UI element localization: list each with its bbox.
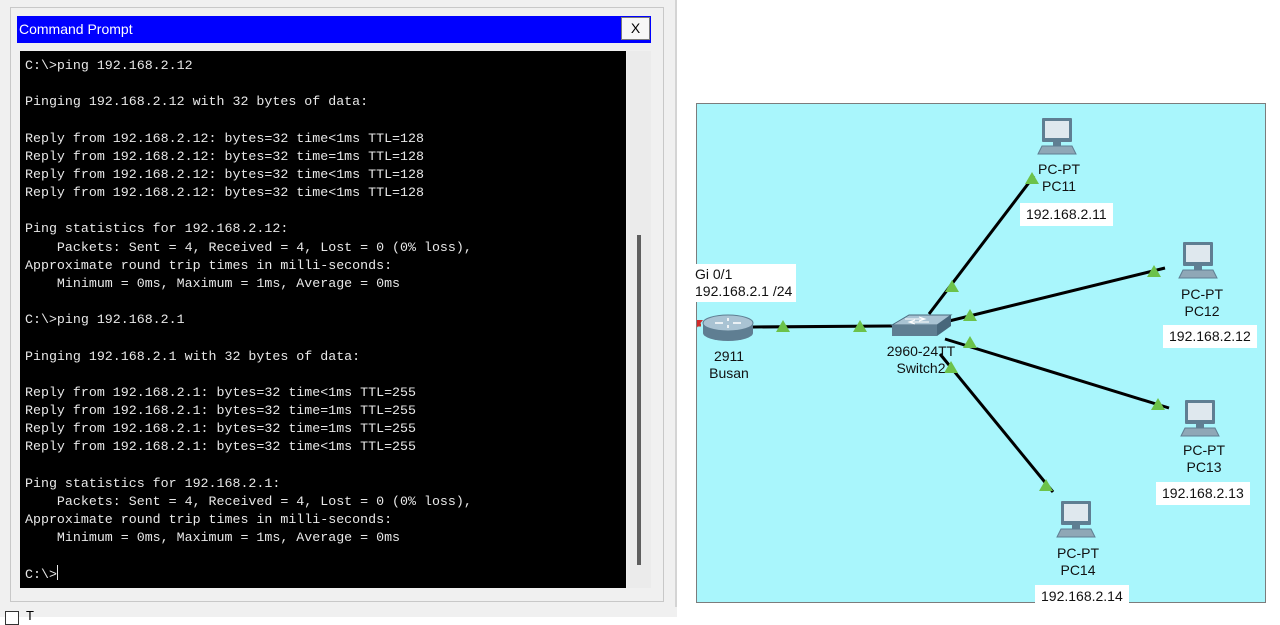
- link-switch-pc11: [927, 175, 1036, 315]
- close-button[interactable]: X: [621, 17, 650, 40]
- router-switch-link: [752, 324, 898, 329]
- panel-divider[interactable]: [675, 0, 677, 617]
- link-switch-pc12: [944, 266, 1166, 324]
- bottom-bar: [0, 607, 677, 617]
- pc12-label: PC-PT PC12: [1172, 286, 1232, 320]
- router-label: 2911 Busan: [707, 348, 751, 382]
- link-switch-pc13: [944, 337, 1170, 410]
- pc-name: PC13: [1186, 459, 1222, 475]
- monitor-stand: [1053, 142, 1061, 146]
- logical-workspace[interactable]: Gi 0/1 192.168.2.1 /24 2911 Busan 2960-2…: [695, 103, 1266, 608]
- monitor-screen: [1186, 245, 1210, 262]
- pc12-icon[interactable]: [1178, 242, 1218, 279]
- switch-model: 2960-24TT: [886, 343, 956, 359]
- router-interface-label: Gi 0/1 192.168.2.1 /24: [695, 264, 797, 302]
- keyboard: [1056, 528, 1096, 538]
- topology-diagram: [697, 118, 1220, 538]
- pc14-ip: 192.168.2.14: [1035, 585, 1129, 608]
- interface-name: Gi 0/1: [695, 266, 733, 282]
- monitor-screen: [1045, 121, 1069, 138]
- link-up-indicator: [963, 336, 977, 348]
- router-model: 2911: [713, 348, 745, 364]
- router-icon[interactable]: [702, 314, 754, 341]
- pc14-icon[interactable]: [1056, 501, 1096, 538]
- monitor-screen: [1188, 403, 1212, 420]
- switch-name: Switch2: [896, 360, 946, 376]
- keyboard: [1037, 145, 1077, 155]
- monitor-stand: [1196, 424, 1204, 428]
- keyboard: [1180, 427, 1220, 437]
- pc11-label: PC-PT PC11: [1029, 161, 1089, 195]
- window-title: Command Prompt: [19, 21, 133, 37]
- pc-name: PC14: [1060, 562, 1096, 578]
- link-up-indicator: [945, 280, 959, 292]
- checkbox-label: T: [26, 608, 34, 623]
- pc-type: PC-PT: [1181, 286, 1223, 302]
- monitor-stand: [1194, 266, 1202, 270]
- top-checkbox[interactable]: [5, 611, 19, 625]
- terminal-text[interactable]: C:\>ping 192.168.2.12 Pinging 192.168.2.…: [25, 57, 472, 585]
- switch-label: 2960-24TT Switch2: [883, 343, 959, 377]
- pc11-icon[interactable]: [1037, 118, 1077, 155]
- router-name: Busan: [709, 365, 749, 381]
- pc-name: PC12: [1184, 303, 1220, 319]
- monitor-stand: [1072, 525, 1080, 529]
- switch-icon[interactable]: [890, 314, 953, 336]
- text-cursor: [56, 565, 58, 581]
- pc-type: PC-PT: [1057, 545, 1099, 561]
- link-up-indicator: [1039, 479, 1053, 491]
- pc-type: PC-PT: [1183, 442, 1225, 458]
- command-prompt-window: Command Prompt X C:\>ping 192.168.2.12 P…: [10, 7, 664, 602]
- pc12-ip: 192.168.2.12: [1163, 325, 1257, 348]
- pc-name: PC11: [1042, 178, 1076, 194]
- keyboard: [1178, 269, 1218, 279]
- interface-ip: 192.168.2.1 /24: [695, 283, 793, 299]
- pc13-label: PC-PT PC13: [1174, 442, 1234, 476]
- monitor-screen: [1064, 504, 1088, 521]
- scrollbar-thumb[interactable]: [637, 235, 641, 565]
- pc11-ip: 192.168.2.11: [1020, 203, 1113, 226]
- terminal-output[interactable]: C:\>ping 192.168.2.12 Pinging 192.168.2.…: [20, 51, 626, 588]
- pc-type: PC-PT: [1038, 161, 1080, 177]
- title-bar[interactable]: Command Prompt X: [17, 16, 651, 43]
- pc13-icon[interactable]: [1180, 400, 1220, 437]
- pc13-ip: 192.168.2.13: [1156, 482, 1250, 505]
- terminal-scrollbar[interactable]: [627, 51, 651, 588]
- pc14-label: PC-PT PC14: [1048, 545, 1108, 579]
